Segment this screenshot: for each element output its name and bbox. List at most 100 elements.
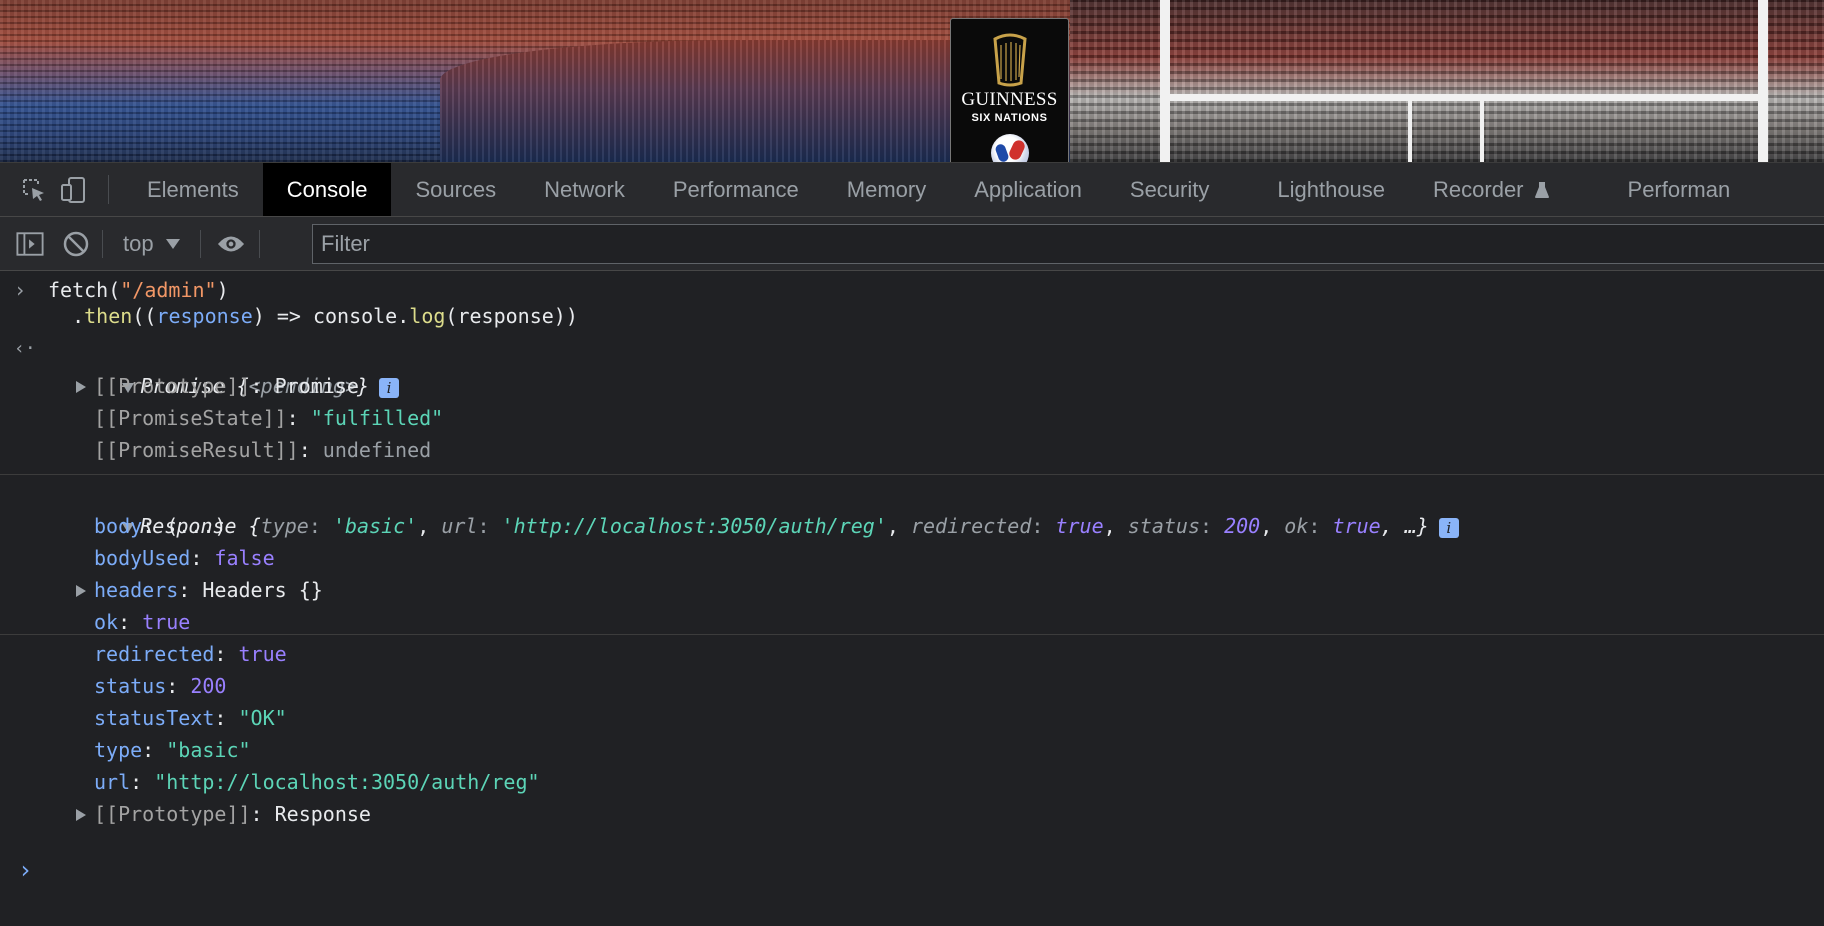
property-separator: : xyxy=(214,642,239,666)
property-value: "OK" xyxy=(238,706,287,730)
property-key: headers xyxy=(94,578,179,602)
property-separator: : xyxy=(250,802,275,826)
property-row: url: "http://localhost:3050/auth/reg" xyxy=(76,766,540,798)
tab-label: Memory xyxy=(846,176,927,202)
code-token: (( xyxy=(132,304,157,328)
property-key: [[PromiseState]] xyxy=(94,406,287,430)
device-toolbar-icon[interactable] xyxy=(54,163,94,216)
property-value: false xyxy=(214,546,275,570)
property-key: body xyxy=(94,514,143,538)
response-summary[interactable]: Response {type: 'basic', url: 'http://lo… xyxy=(50,478,1459,538)
property-key: status xyxy=(94,674,167,698)
expand-caret-icon[interactable] xyxy=(76,381,86,393)
property-row: [[PromiseState]]: "fulfilled" xyxy=(76,402,443,434)
property-row: type: "basic" xyxy=(76,734,251,766)
tab-label: Elements xyxy=(147,176,239,202)
console-toolbar: top xyxy=(0,217,1824,271)
tab-label: Console xyxy=(286,176,368,202)
tab-memory[interactable]: Memory xyxy=(823,163,950,216)
property-row[interactable]: [[Prototype]]: Promise xyxy=(76,370,359,402)
code-token: "/admin" xyxy=(120,278,217,302)
property-value: undefined xyxy=(322,438,432,462)
harp-icon xyxy=(992,33,1027,87)
code-token: then xyxy=(84,304,133,328)
property-separator: : xyxy=(142,514,167,538)
toolbar-divider xyxy=(102,229,103,258)
guinness-six-nations-logo: GUINNESS SIX NATIONS xyxy=(950,18,1069,162)
code-token: (response)) xyxy=(445,304,578,328)
rugby-ball-icon xyxy=(991,134,1029,162)
code-token: . xyxy=(72,304,85,328)
property-row: statusText: "OK" xyxy=(76,702,287,734)
property-row[interactable]: [[Prototype]]: Response xyxy=(76,798,371,830)
tab-elements[interactable]: Elements xyxy=(123,163,263,216)
console-input-prompt[interactable]: › xyxy=(18,856,32,884)
property-value: (...) xyxy=(166,514,227,538)
property-key: redirected xyxy=(94,642,215,666)
tab-label: Application xyxy=(974,176,1082,202)
tab-lighthouse[interactable]: Lighthouse xyxy=(1253,163,1409,216)
inspect-element-icon[interactable] xyxy=(14,163,54,216)
tab-label: Sources xyxy=(415,176,497,202)
tab-sources[interactable]: Sources xyxy=(391,163,520,216)
property-key: url xyxy=(94,770,131,794)
tab-recorder[interactable]: Recorder xyxy=(1409,163,1573,216)
tab-performance[interactable]: Performance xyxy=(649,163,823,216)
toolbar-divider xyxy=(199,229,201,258)
page-banner: GUINNESS SIX NATIONS xyxy=(0,0,1824,162)
property-row: bodyUsed: false xyxy=(76,542,275,574)
property-key: statusText xyxy=(94,706,215,730)
tab-label: Performance xyxy=(672,176,799,202)
tab-label: Recorder xyxy=(1433,176,1524,202)
property-value: true xyxy=(238,642,287,666)
property-row: body: (...) xyxy=(76,510,226,542)
property-separator: : xyxy=(118,610,143,634)
property-key: ok xyxy=(94,610,119,634)
property-value: "fulfilled" xyxy=(310,406,444,430)
code-token: log xyxy=(409,304,446,328)
property-separator: : xyxy=(166,674,191,698)
code-token: ) xyxy=(216,278,229,302)
tab-performan[interactable]: Performan xyxy=(1604,163,1755,216)
property-value: Promise xyxy=(274,374,359,398)
property-row: redirected: true xyxy=(76,638,287,670)
property-separator: : xyxy=(142,738,167,762)
property-separator: : xyxy=(178,578,203,602)
tab-network[interactable]: Network xyxy=(520,163,649,216)
console-filter-input[interactable] xyxy=(312,224,1824,264)
property-separator: : xyxy=(190,546,215,570)
sidebar-toggle-icon[interactable] xyxy=(16,230,44,258)
property-row[interactable]: headers: Headers {} xyxy=(76,574,323,606)
devtools-panel: Elements Console Sources Network Performance… xyxy=(0,162,1824,926)
tab-label: Performan xyxy=(1627,176,1731,202)
preview-key: url xyxy=(441,514,478,538)
tab-application[interactable]: Application xyxy=(950,163,1106,216)
goal-post-left xyxy=(1160,0,1170,162)
goal-post-right xyxy=(1758,0,1768,162)
tab-security[interactable]: Security xyxy=(1106,163,1233,216)
live-expression-eye-icon[interactable] xyxy=(217,230,245,258)
property-value: "basic" xyxy=(166,738,251,762)
clear-console-icon[interactable] xyxy=(62,230,90,258)
expand-caret-icon[interactable] xyxy=(76,585,86,597)
property-key: [[PromiseResult]] xyxy=(94,438,299,462)
property-separator: : xyxy=(286,406,311,430)
command-line-2: .then((response) => console.log(response… xyxy=(48,300,578,332)
goal-net-support-2 xyxy=(1480,94,1484,162)
preview-key: redirected xyxy=(910,514,1032,538)
info-icon[interactable]: i xyxy=(379,377,400,398)
code-token: fetch xyxy=(48,278,109,302)
preview-value: 200 xyxy=(1224,514,1261,538)
tab-console[interactable]: Console xyxy=(262,163,392,216)
promise-summary[interactable]: Promise {<pending>} i xyxy=(50,338,400,398)
dropdown-arrow-icon xyxy=(165,238,180,249)
message-divider xyxy=(0,474,1824,475)
property-separator: : xyxy=(214,706,239,730)
context-selector[interactable]: top xyxy=(123,231,180,257)
expand-caret-icon[interactable] xyxy=(76,809,86,821)
console-output: › fetch("/admin") .then((response) => co… xyxy=(0,272,1824,926)
property-separator: : xyxy=(130,770,155,794)
logo-brand-text: GUINNESS xyxy=(961,89,1058,110)
info-icon[interactable]: i xyxy=(1438,517,1459,538)
preview-key: ok xyxy=(1284,514,1309,538)
